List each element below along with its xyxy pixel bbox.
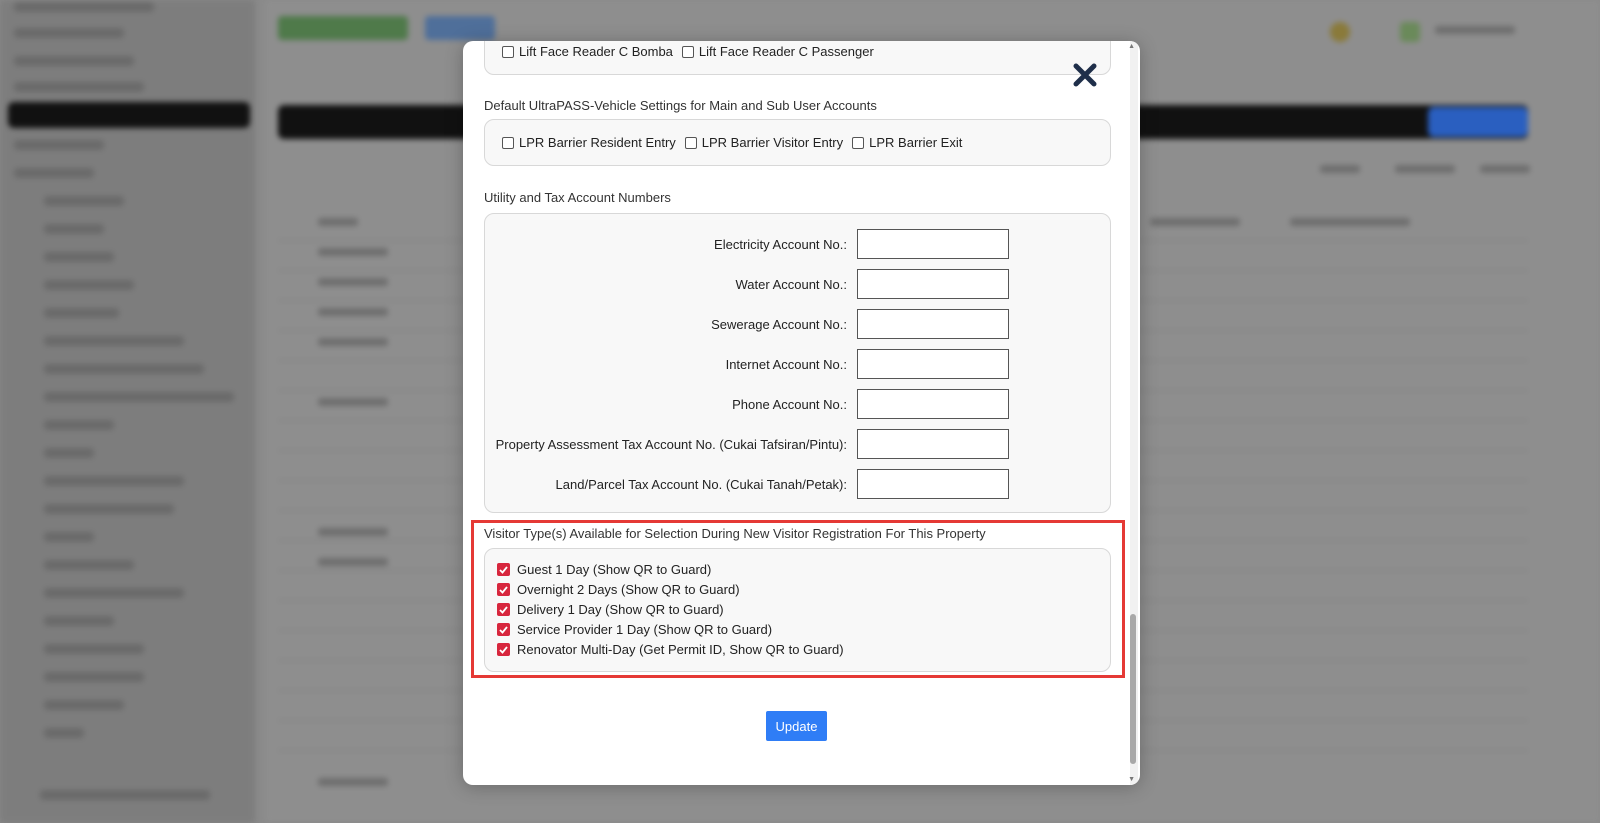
sewerage-field-row: Sewerage Account No.: <box>485 309 1110 339</box>
assessment-tax-label: Property Assessment Tax Account No. (Cuk… <box>495 436 847 452</box>
phone-field-row: Phone Account No.: <box>485 389 1110 419</box>
land-tax-field-row: Land/Parcel Tax Account No. (Cukai Tanah… <box>485 469 1110 499</box>
background-sidebar <box>0 0 255 823</box>
vehicle-section-title: Default UltraPASS-Vehicle Settings for M… <box>484 98 877 113</box>
vehicle-settings-box: LPR Barrier Resident Entry LPR Barrier V… <box>484 119 1111 166</box>
internet-label: Internet Account No.: <box>725 356 847 372</box>
visitor-section-highlight <box>471 520 1125 678</box>
internet-input[interactable] <box>857 349 1009 379</box>
sewerage-input[interactable] <box>857 309 1009 339</box>
internet-field-row: Internet Account No.: <box>485 349 1110 379</box>
lpr-resident-entry-checkbox[interactable] <box>502 136 514 149</box>
lpr-visitor-entry-option[interactable]: LPR Barrier Visitor Entry <box>684 135 844 150</box>
lpr-exit-label: LPR Barrier Exit <box>869 135 963 150</box>
water-field-row: Water Account No.: <box>485 269 1110 299</box>
lift-bomba-option[interactable]: Lift Face Reader C Bomba <box>502 44 673 59</box>
assessment-tax-field-row: Property Assessment Tax Account No. (Cuk… <box>485 429 1110 459</box>
water-label: Water Account No.: <box>735 276 847 292</box>
scrollbar-thumb[interactable] <box>1130 614 1136 764</box>
lift-bomba-label: Lift Face Reader C Bomba <box>519 44 673 59</box>
land-tax-input[interactable] <box>857 469 1009 499</box>
lpr-resident-entry-label: LPR Barrier Resident Entry <box>519 135 676 150</box>
phone-label: Phone Account No.: <box>732 396 847 412</box>
lpr-visitor-entry-label: LPR Barrier Visitor Entry <box>701 135 844 150</box>
electricity-label: Electricity Account No.: <box>714 236 847 252</box>
lpr-exit-option[interactable]: LPR Barrier Exit <box>852 135 962 150</box>
lift-passenger-checkbox[interactable] <box>681 45 694 58</box>
settings-modal: Lift Face Reader C Bomba Lift Face Reade… <box>463 41 1140 785</box>
lift-reader-box: Lift Face Reader C Bomba Lift Face Reade… <box>484 41 1111 75</box>
scroll-down-arrow-icon[interactable]: ▼ <box>1128 776 1135 783</box>
scroll-up-arrow-icon[interactable]: ▲ <box>1128 43 1135 50</box>
utility-accounts-box: Electricity Account No.: Water Account N… <box>484 213 1111 513</box>
modal-scrollbar[interactable]: ▲ ▼ <box>1128 41 1138 785</box>
lpr-exit-checkbox[interactable] <box>852 136 865 149</box>
modal-content[interactable]: Lift Face Reader C Bomba Lift Face Reade… <box>463 41 1128 785</box>
lift-bomba-checkbox[interactable] <box>502 45 514 58</box>
lift-passenger-label: Lift Face Reader C Passenger <box>698 44 874 59</box>
lift-passenger-option[interactable]: Lift Face Reader C Passenger <box>681 44 874 59</box>
utility-section-title: Utility and Tax Account Numbers <box>484 190 671 205</box>
close-x-icon[interactable] <box>1071 61 1099 89</box>
water-input[interactable] <box>857 269 1009 299</box>
lpr-resident-entry-option[interactable]: LPR Barrier Resident Entry <box>502 135 676 150</box>
sewerage-label: Sewerage Account No.: <box>711 316 847 332</box>
lpr-visitor-entry-checkbox[interactable] <box>684 136 697 149</box>
assessment-tax-input[interactable] <box>857 429 1009 459</box>
electricity-field-row: Electricity Account No.: <box>485 229 1110 259</box>
phone-input[interactable] <box>857 389 1009 419</box>
update-button[interactable]: Update <box>766 711 827 741</box>
land-tax-label: Land/Parcel Tax Account No. (Cukai Tanah… <box>555 476 847 492</box>
electricity-input[interactable] <box>857 229 1009 259</box>
